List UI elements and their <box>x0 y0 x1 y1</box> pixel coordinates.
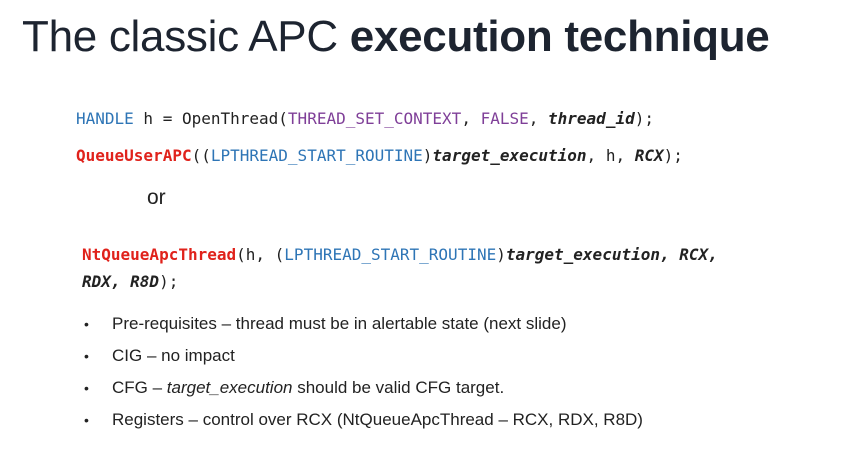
code-const-context: THREAD_SET_CONTEXT <box>287 109 462 128</box>
code-end: ); <box>663 146 683 165</box>
code-paren: (h, ( <box>236 245 285 264</box>
bullet-text: CIG – no impact <box>112 346 235 365</box>
bullet-dot: • <box>84 316 89 332</box>
list-item: • Pre-requisites – thread must be in aler… <box>84 313 643 345</box>
code-assign: h = OpenThread( <box>133 109 288 128</box>
code-regs: RDX, R8D <box>82 272 160 291</box>
code-func-queueuserapc: QueueUserAPC <box>76 146 192 165</box>
code-sep: , <box>461 109 481 128</box>
title-bold: execution technique <box>349 12 770 61</box>
list-item: • Registers – control over RCX (NtQueueAp… <box>84 409 643 441</box>
bullet-list: • Pre-requisites – thread must be in aler… <box>84 313 643 441</box>
bullet-text: Registers – control over RCX (NtQueueApc… <box>112 410 643 429</box>
code-line-ntqueueapcthread: NtQueueApcThread(h, (LPTHREAD_START_ROUT… <box>82 245 718 264</box>
bullet-dot: • <box>84 348 89 364</box>
bullet-dot: • <box>84 380 89 396</box>
code-cast: LPTHREAD_START_ROUTINE <box>284 245 497 264</box>
code-paren: ) <box>496 245 506 264</box>
code-paren: ) <box>422 146 433 165</box>
bullet-text: Pre-requisites – thread must be in alert… <box>112 314 567 333</box>
slide-title: The classic APC execution technique <box>22 12 770 62</box>
list-item: • CIG – no impact <box>84 345 643 377</box>
or-text: or <box>147 186 166 209</box>
code-line-queueuserapc: QueueUserAPC((LPTHREAD_START_ROUTINE)tar… <box>76 146 683 165</box>
code-reg: RCX <box>634 146 664 165</box>
code-args: , h, <box>586 146 635 165</box>
bullet-text-post: should be valid CFG target. <box>292 378 505 397</box>
code-type: HANDLE <box>76 109 134 128</box>
list-item: • CFG – target_execution should be valid … <box>84 377 643 409</box>
bullet-text-italic: target_execution <box>166 378 293 397</box>
code-target-regs: target_execution, RCX, <box>505 245 718 264</box>
code-func-ntqueueapcthread: NtQueueApcThread <box>82 245 237 264</box>
code-const-false: FALSE <box>480 109 529 128</box>
code-paren: (( <box>191 146 211 165</box>
code-end: ); <box>159 272 179 291</box>
code-line-regs: RDX, R8D); <box>82 272 178 291</box>
title-normal: The classic APC <box>22 12 350 61</box>
bullet-text-pre: CFG – <box>112 378 167 397</box>
bullet-dot: • <box>84 412 89 428</box>
code-target: target_execution <box>432 146 587 165</box>
code-sep: , <box>528 109 549 128</box>
code-cast: LPTHREAD_START_ROUTINE <box>210 146 423 165</box>
code-thread-id: thread_id <box>548 109 635 128</box>
bullet-text: CFG – target_execution should be valid C… <box>112 377 504 399</box>
code-line-openthread: HANDLE h = OpenThread(THREAD_SET_CONTEXT… <box>76 109 654 128</box>
code-end: ); <box>634 109 654 128</box>
